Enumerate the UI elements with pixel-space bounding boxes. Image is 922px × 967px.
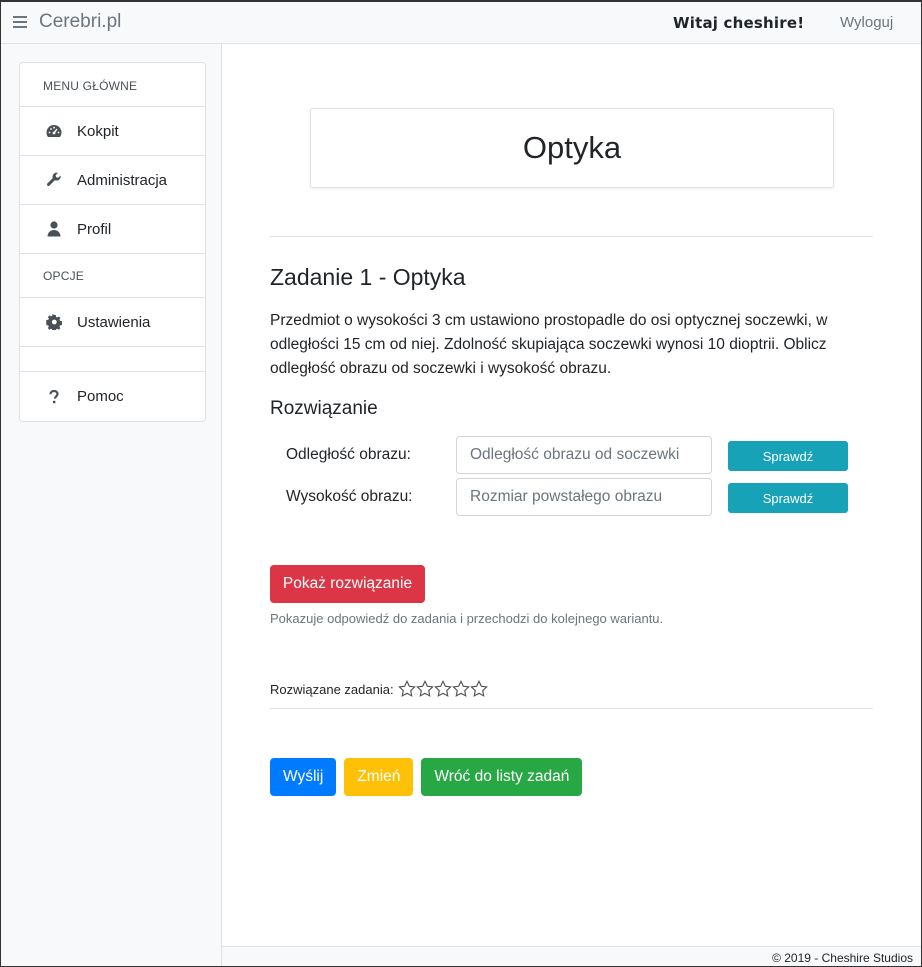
footer: © 2019 - Cheshire Studios xyxy=(222,946,921,966)
user-icon xyxy=(46,221,62,237)
sidebar-header-main: MENU GŁÓWNE xyxy=(20,63,205,107)
star-empty-icon xyxy=(415,680,434,697)
sidebar-item-administracja[interactable]: Administracja xyxy=(20,156,205,205)
dashboard-icon xyxy=(46,123,62,139)
form-row-image-height: Wysokość obrazu: Sprawdź xyxy=(270,478,873,518)
question-icon xyxy=(46,389,62,405)
solved-stars xyxy=(397,680,488,698)
welcome-text: Witaj cheshire! xyxy=(673,14,805,32)
brand-name[interactable]: Cerebri.pl xyxy=(39,10,121,34)
check-height-button[interactable]: Sprawdź xyxy=(728,483,848,513)
change-button[interactable]: Zmień xyxy=(344,758,414,796)
main-content: Optyka Zadanie 1 - Optyka Przedmiot o wy… xyxy=(222,44,921,946)
top-navbar: Cerebri.pl Witaj cheshire! Wyloguj xyxy=(1,2,921,44)
task-title: Zadanie 1 - Optyka xyxy=(270,264,466,290)
action-buttons: Wyślij Zmień Wróć do listy zadań xyxy=(270,758,590,796)
page-title: Optyka xyxy=(522,130,622,165)
brand[interactable]: Cerebri.pl xyxy=(13,10,121,34)
show-solution-button[interactable]: Pokaż rozwiązanie xyxy=(270,565,425,603)
sidebar-item-profil[interactable]: Profil xyxy=(20,205,205,254)
task-description: Przedmiot o wysokości 3 cm ustawiono pro… xyxy=(270,312,828,377)
image-distance-input[interactable] xyxy=(456,436,712,474)
check-distance-button[interactable]: Sprawdź xyxy=(728,441,848,471)
logout-link[interactable]: Wyloguj xyxy=(840,14,893,31)
sidebar-menu: MENU GŁÓWNE Kokpit Administracja Profil xyxy=(19,62,206,422)
sidebar-item-label: Administracja xyxy=(77,171,168,189)
solution-heading: Rozwiązanie xyxy=(270,398,378,419)
hamburger-menu-icon[interactable] xyxy=(13,16,27,28)
star-empty-icon xyxy=(433,680,452,697)
sidebar-item-pomoc[interactable]: Pomoc xyxy=(20,372,205,421)
wrench-icon xyxy=(46,172,62,188)
sidebar-header-options: OPCJE xyxy=(20,254,205,298)
form-row-image-distance: Odległość obrazu: Sprawdź xyxy=(270,436,873,476)
solved-tasks-label: Rozwiązane zadania: xyxy=(270,681,394,697)
image-height-input[interactable] xyxy=(456,478,712,516)
image-distance-label: Odległość obrazu: xyxy=(286,446,411,463)
sidebar-item-label: Profil xyxy=(77,220,112,238)
copyright-text: © 2019 - Cheshire Studios xyxy=(772,951,913,965)
send-button[interactable]: Wyślij xyxy=(270,758,337,796)
solved-tasks: Rozwiązane zadania: xyxy=(270,680,488,698)
sidebar-item-label: Pomoc xyxy=(77,388,124,405)
divider xyxy=(270,236,873,237)
sidebar-spacer xyxy=(20,347,205,372)
back-to-list-button[interactable]: Wróć do listy zadań xyxy=(421,758,583,796)
show-solution-help: Pokazuje odpowiedź do zadania i przechod… xyxy=(270,611,664,626)
image-height-label: Wysokość obrazu: xyxy=(286,488,413,505)
app-window: Cerebri.pl Witaj cheshire! Wyloguj MENU … xyxy=(0,0,922,967)
page-title-card: Optyka xyxy=(310,108,834,188)
sidebar-item-label: Ustawienia xyxy=(77,313,151,331)
sidebar-item-ustawienia[interactable]: Ustawienia xyxy=(20,298,205,347)
star-empty-icon xyxy=(451,680,470,697)
sidebar-item-label: Kokpit xyxy=(77,122,119,140)
sidebar-item-kokpit[interactable]: Kokpit xyxy=(20,107,205,156)
gear-icon xyxy=(46,314,62,330)
star-empty-icon xyxy=(469,680,488,697)
divider xyxy=(270,708,873,709)
sidebar-area: MENU GŁÓWNE Kokpit Administracja Profil xyxy=(1,44,222,966)
star-empty-icon xyxy=(397,680,416,697)
